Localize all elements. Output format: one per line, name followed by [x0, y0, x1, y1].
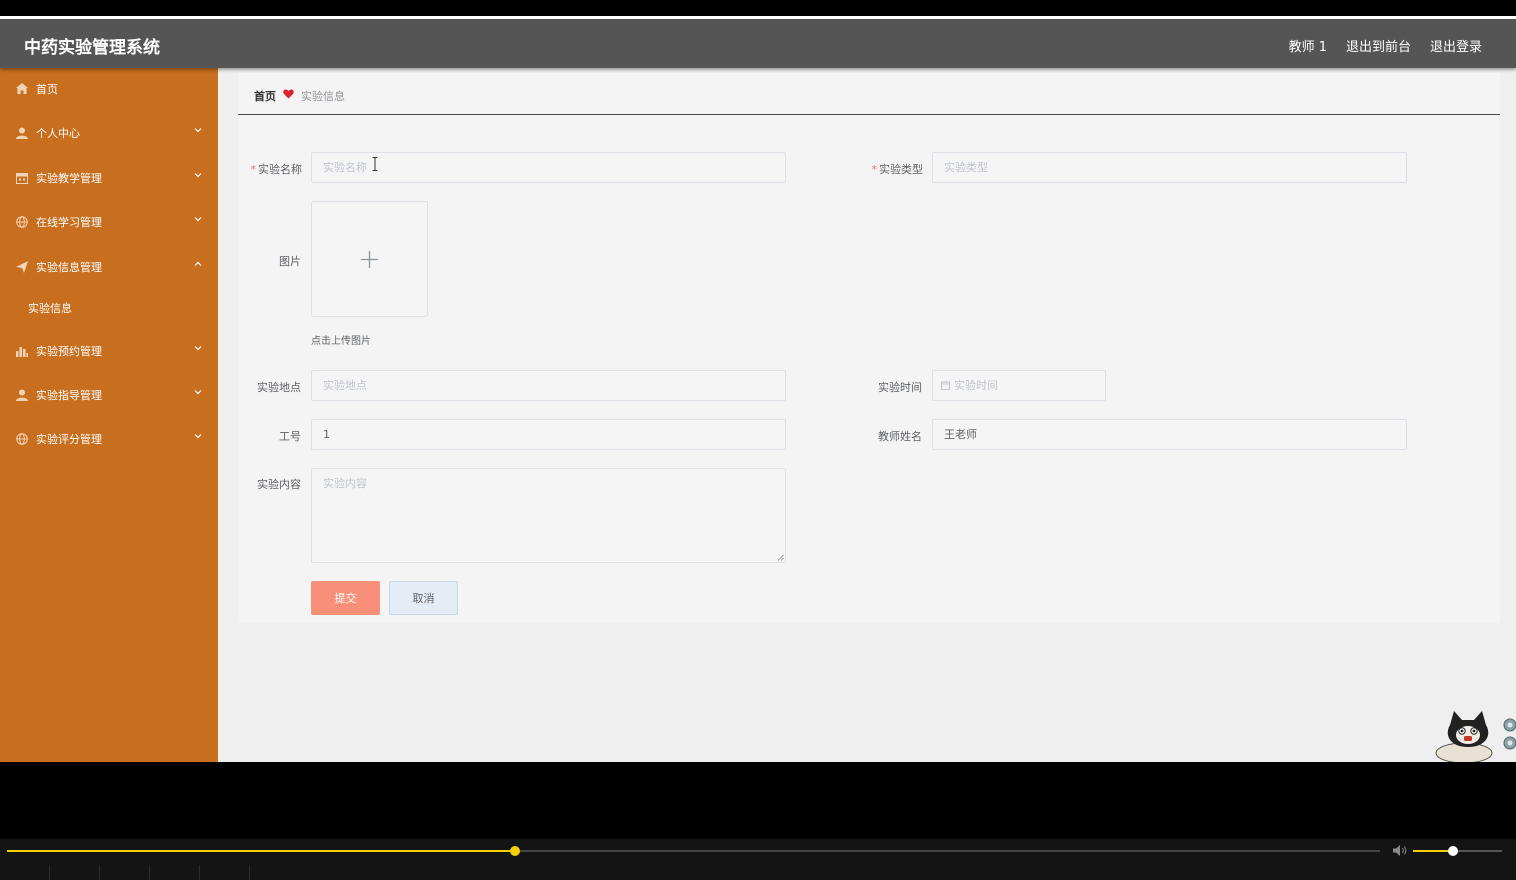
sidebar-item-personal-center[interactable]: 个人中心: [0, 115, 218, 151]
experiment-name-label: * 实验名称: [232, 161, 303, 177]
time-picker[interactable]: 实验时间: [932, 370, 1106, 401]
sidebar-item-guidance[interactable]: 实验指导管理: [0, 377, 218, 413]
chevron-down-icon: [194, 434, 202, 439]
text-cursor-icon: [372, 157, 378, 171]
chevron-down-icon: [194, 173, 202, 178]
sidebar-item-reservation[interactable]: 实验预约管理: [0, 333, 218, 369]
resize-handle-icon[interactable]: [777, 554, 784, 561]
bar-chart-icon: [15, 344, 28, 357]
experiment-type-input[interactable]: 实验类型: [932, 152, 1407, 183]
experiment-name-label-text: 实验名称: [258, 163, 302, 176]
exit-to-front-link[interactable]: 退出到前台: [1346, 36, 1411, 55]
player-button-strip: [0, 865, 1516, 880]
sidebar-item-label: 首页: [36, 83, 58, 96]
experiment-name-input[interactable]: 实验名称: [311, 152, 786, 183]
submit-button[interactable]: 提交: [311, 581, 380, 615]
volume-handle[interactable]: [1448, 846, 1458, 856]
experiment-type-label: * 实验类型: [853, 161, 924, 177]
seek-progress: [7, 850, 515, 852]
time-label: 实验时间: [878, 381, 922, 394]
content-placeholder: 实验内容: [323, 477, 367, 490]
experiment-type-placeholder: 实验类型: [944, 161, 988, 174]
player-slot[interactable]: [100, 865, 150, 880]
sidebar-item-label: 实验教学管理: [36, 172, 102, 185]
user-icon: [15, 388, 28, 401]
chevron-down-icon: [194, 346, 202, 351]
heart-icon: [283, 89, 294, 99]
job-number-value: 1: [323, 428, 330, 441]
chevron-down-icon: [194, 217, 202, 222]
sidebar-item-online-learning[interactable]: 在线学习管理: [0, 204, 218, 240]
sidebar-item-scoring[interactable]: 实验评分管理: [0, 421, 218, 457]
logout-link[interactable]: 退出登录: [1430, 36, 1482, 55]
calendar-icon: [941, 381, 950, 390]
sidebar-item-label: 实验信息管理: [36, 261, 102, 274]
image-label: 图片: [279, 255, 301, 268]
player-slot[interactable]: [150, 865, 200, 880]
volume-icon[interactable]: [1392, 844, 1408, 857]
calendar-icon: [15, 171, 28, 184]
required-mark: *: [871, 163, 878, 176]
breadcrumb-current: 实验信息: [301, 90, 345, 103]
app-title: 中药实验管理系统: [24, 38, 160, 58]
sidebar-item-teaching[interactable]: 实验教学管理: [0, 160, 218, 196]
mascot-icon: [1435, 711, 1516, 762]
cancel-button[interactable]: 取消: [389, 581, 458, 615]
seek-handle[interactable]: [510, 846, 520, 856]
sidebar-item-label: 实验预约管理: [36, 345, 102, 358]
sidebar-item-label: 实验指导管理: [36, 389, 102, 402]
chevron-down-icon: [194, 390, 202, 395]
teacher-name-label: 教师姓名: [878, 430, 922, 443]
player-slot[interactable]: [50, 865, 100, 880]
plus-icon: [361, 251, 378, 268]
chevron-down-icon: [194, 128, 202, 133]
volume-level: [1413, 850, 1453, 852]
header-actions: 教师 1 退出到前台 退出登录: [1289, 36, 1482, 55]
user-icon: [15, 126, 28, 139]
content-label: 实验内容: [257, 478, 301, 491]
player-slot[interactable]: [0, 865, 50, 880]
experiment-name-placeholder: 实验名称: [323, 161, 367, 174]
player-slot[interactable]: [200, 865, 250, 880]
sidebar: 首页 个人中心 实验教学管理 在线学习管理 实验信息管理 实验信息 实验预约管理…: [0, 68, 218, 762]
app-header: 中药实验管理系统 教师 1 退出到前台 退出登录: [0, 19, 1516, 68]
teacher-name-input[interactable]: 王老师: [932, 419, 1407, 450]
globe-icon: [15, 432, 28, 445]
sidebar-item-home[interactable]: 首页: [0, 71, 218, 107]
breadcrumb: 首页 实验信息: [238, 73, 1500, 115]
form-panel: 首页 实验信息 * 实验名称 实验名称 * 实验类型 实验类型 图片 点击上传图片 …: [238, 73, 1500, 623]
job-number-input[interactable]: 1: [311, 419, 786, 450]
image-upload[interactable]: [311, 201, 428, 317]
required-mark: *: [250, 163, 257, 176]
job-number-label: 工号: [279, 430, 301, 443]
location-input[interactable]: 实验地点: [311, 370, 786, 401]
upload-hint: 点击上传图片: [311, 336, 371, 347]
current-user-link[interactable]: 教师 1: [1289, 36, 1327, 55]
sidebar-item-label: 实验评分管理: [36, 433, 102, 446]
chevron-up-icon: [194, 261, 202, 266]
sidebar-item-label: 在线学习管理: [36, 216, 102, 229]
breadcrumb-home[interactable]: 首页: [254, 88, 276, 104]
top-black-bar: [0, 0, 1516, 16]
sidebar-item-label: 个人中心: [36, 127, 80, 140]
sidebar-item-experiment-info-mgmt[interactable]: 实验信息管理: [0, 249, 218, 285]
teacher-name-value: 王老师: [944, 428, 977, 441]
location-placeholder: 实验地点: [323, 379, 367, 392]
location-label: 实验地点: [257, 381, 301, 394]
sidebar-subitem-experiment-info[interactable]: 实验信息: [0, 290, 218, 326]
app-window: 中药实验管理系统 教师 1 退出到前台 退出登录 首页 个人中心 实验教学管理: [0, 19, 1516, 762]
sidebar-item-label: 实验信息: [28, 302, 72, 315]
experiment-type-label-text: 实验类型: [879, 163, 923, 176]
send-icon: [15, 260, 28, 273]
time-placeholder: 实验时间: [954, 379, 998, 392]
video-player-bar: [0, 839, 1516, 880]
content-textarea[interactable]: 实验内容: [311, 468, 786, 563]
globe-icon: [15, 215, 28, 228]
home-icon: [15, 82, 28, 95]
